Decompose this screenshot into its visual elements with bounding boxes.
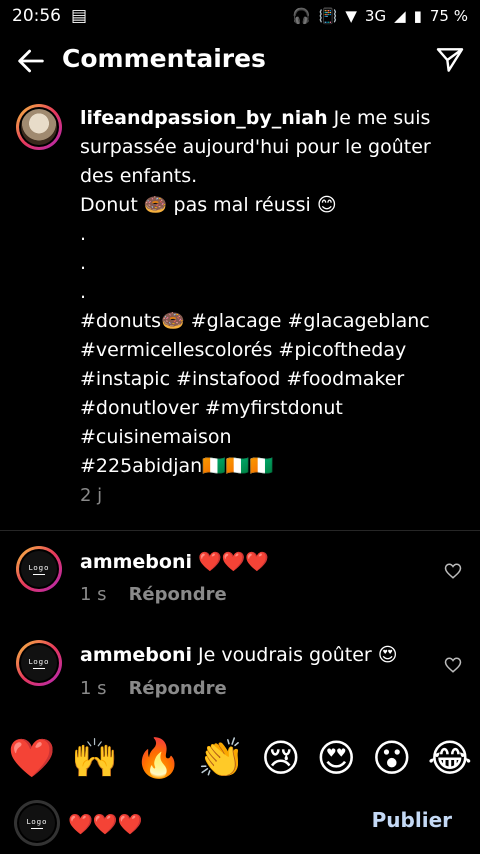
caption-username[interactable]: lifeandpassion_by_niah	[80, 107, 328, 129]
page-title: Commentaires	[62, 44, 266, 73]
emoji-crying[interactable]: 😢	[261, 736, 301, 780]
emoji-heart[interactable]: ❤️	[8, 736, 55, 781]
wifi-icon: ▼	[345, 7, 357, 25]
back-arrow-icon[interactable]	[14, 44, 48, 78]
reply-button[interactable]: Répondre	[129, 678, 227, 699]
signal-icon: ◢	[394, 7, 406, 25]
avatar[interactable]: Logo	[16, 546, 62, 592]
like-heart-icon[interactable]	[444, 562, 462, 580]
comment-body: ❤️❤️❤️	[192, 551, 270, 573]
comment-time: 1 s	[80, 678, 107, 699]
top-bar: Commentaires	[0, 36, 480, 86]
vibrate-icon: 📳	[318, 7, 338, 25]
comment-input[interactable]	[66, 808, 350, 840]
caption-body: Je me suis surpassée aujourd'hui pour le…	[80, 107, 431, 477]
caption-time: 2 j	[80, 485, 103, 506]
comment-username[interactable]: ammeboni	[80, 644, 192, 666]
logo-avatar: Logo	[19, 805, 55, 841]
caption-text: lifeandpassion_by_niah Je me suis surpas…	[80, 104, 450, 510]
emoji-surprised[interactable]: 😮	[372, 736, 412, 780]
composer-avatar: Logo	[14, 800, 60, 846]
comment-composer: Logo Publier	[0, 790, 480, 854]
profile-picture	[21, 109, 57, 145]
emoji-fire[interactable]: 🔥	[134, 736, 181, 781]
avatar[interactable]: Logo	[16, 640, 62, 686]
status-bar: 20:56 ▤ 🎧 📳 ▼ 3G ◢ ▮ 75 %	[0, 0, 480, 32]
logo-avatar: Logo	[21, 551, 57, 587]
emoji-raised-hands[interactable]: 🙌	[71, 736, 118, 781]
battery-icon: ▮	[413, 7, 422, 25]
send-icon[interactable]	[434, 44, 466, 76]
comment-body: Je voudrais goûter 😍	[192, 644, 398, 666]
battery-level: 75 %	[429, 7, 468, 25]
emoji-clap[interactable]: 👏	[198, 736, 245, 781]
comment-time: 1 s	[80, 584, 107, 605]
like-heart-icon[interactable]	[444, 656, 462, 674]
network-label: 3G	[364, 7, 387, 25]
emoji-heart-eyes[interactable]: 😍	[317, 736, 357, 780]
reply-button[interactable]: Répondre	[129, 584, 227, 605]
notification-icon: ▤	[71, 6, 88, 26]
emoji-laughing[interactable]: 😂	[428, 736, 472, 780]
emoji-quick-bar: ❤️ 🙌 🔥 👏 😢 😍 😮 😂	[0, 728, 480, 788]
comment-text: ammeboni Je voudrais goûter 😍	[80, 644, 398, 666]
avatar[interactable]	[16, 104, 62, 150]
comment-meta: 1 s Répondre	[80, 584, 227, 605]
divider	[0, 530, 480, 531]
headphones-icon: 🎧	[291, 7, 311, 25]
comment-username[interactable]: ammeboni	[80, 551, 192, 573]
status-time: 20:56	[12, 6, 61, 26]
comment-meta: 1 s Répondre	[80, 678, 227, 699]
comment-text: ammeboni ❤️❤️❤️	[80, 550, 269, 573]
logo-avatar: Logo	[21, 645, 57, 681]
publish-button[interactable]: Publier	[372, 808, 452, 832]
